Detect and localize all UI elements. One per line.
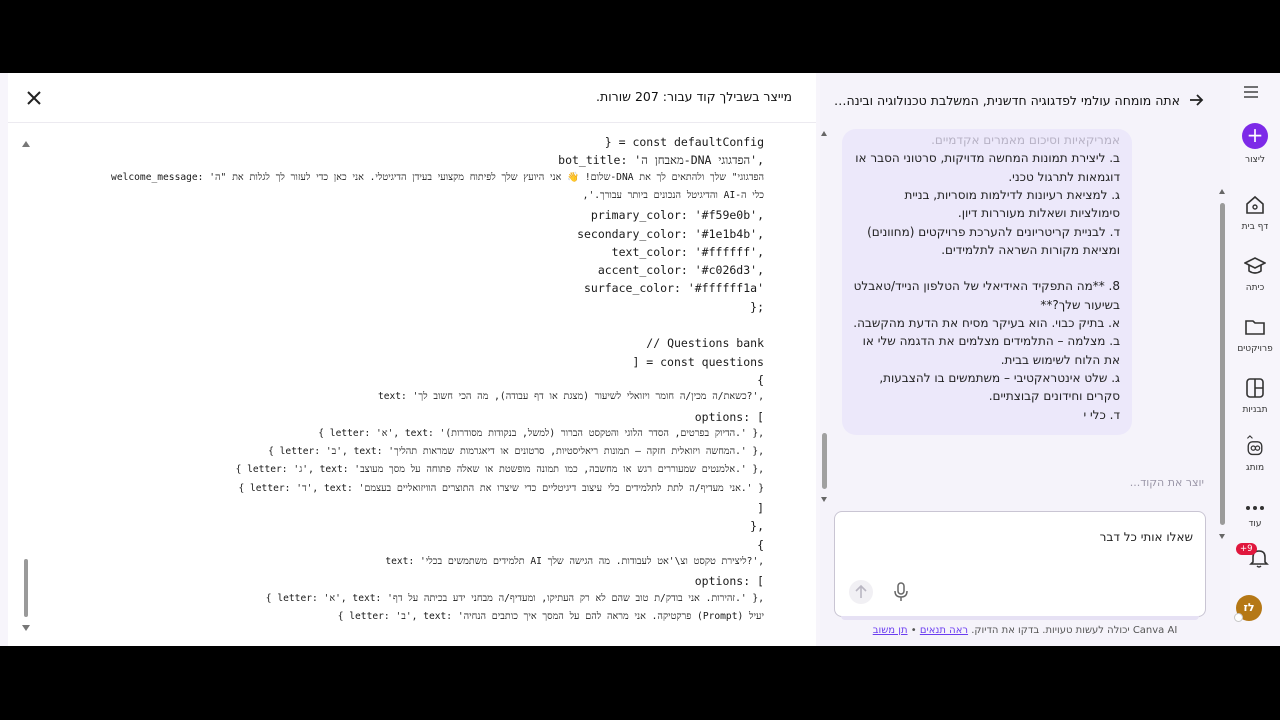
code-line: כלי ה-AI והדיגיטל הנכונים ביותר עבורך.', (582, 189, 764, 201)
message-line: ד. לבניית קריטריונים להערכת פרויקטים (מח… (867, 224, 1120, 239)
code-line: }; (750, 299, 764, 314)
code-panel: מייצר בשבילך קוד עבור: 207 שורות. } = co… (8, 73, 816, 646)
message-line: בשיעור שלך?** (1040, 297, 1120, 312)
chat-title: אתה מומחה עולמי לפדגוגיה חדשנית, המשלבת … (830, 93, 1180, 108)
scroll-down-arrow-icon[interactable] (22, 625, 30, 631)
message-line: ב. ליצירת תמונות המחשה מדויקות, סרטוני ה… (855, 151, 1120, 166)
chat-input[interactable] (873, 530, 1193, 544)
code-line: } = const defaultConfig (604, 135, 764, 149)
code-editor[interactable]: } = const defaultConfig bot_title: 'מאבחן… (8, 135, 804, 635)
graduation-cap-icon (1244, 257, 1266, 274)
rail-create[interactable]: + ליצור (1230, 123, 1280, 165)
rail-templates-label: תבניות (1242, 405, 1268, 415)
code-line: text: 'כשאת/ה מכין/ה חומר ויזואלי לשיעור… (377, 391, 764, 403)
notifications-button[interactable]: +9 (1236, 543, 1270, 569)
code-line: }, (750, 519, 764, 534)
code-line: surface_color: '#ffffff1a' (583, 281, 764, 296)
code-line: accent_color: '#c026d3', (597, 263, 764, 278)
code-line: secondary_color: '#1e1b4b', (577, 226, 764, 241)
code-line: welcome_message: 'שלום! 👋 אני היועץ שלך … (111, 171, 764, 183)
close-button[interactable] (24, 88, 44, 108)
code-line: { (757, 537, 764, 552)
message-line: סימולציות ושאלות מעוררות דיון. (957, 206, 1120, 221)
scroll-down-arrow-icon[interactable] (1219, 534, 1225, 539)
chat-right-scrollbar[interactable] (1218, 189, 1228, 543)
code-line: { letter: 'ב', text: 'המחשה ויזואלית חזק… (268, 446, 764, 458)
message-line: ג. שלט אינטראקטיבי – משתמשים בו להצבעות, (879, 370, 1120, 385)
brand-icon (1246, 435, 1263, 456)
app-window: מייצר בשבילך קוד עבור: 207 שורות. } = co… (0, 73, 1280, 646)
code-line: bot_title: 'מאבחן ה-DNA הפדגוגי', (558, 153, 764, 168)
rail-brand-label: מותג (1245, 463, 1265, 473)
message-line: א. בתיק כבוי. הוא בעיקר מסיח את הדעת מהק… (853, 316, 1120, 330)
more-dots-icon (1246, 506, 1264, 510)
plus-icon: + (1242, 123, 1268, 149)
notification-badge: +9 (1236, 543, 1257, 555)
message-line: אמריקאיות וסיכום מאמרים אקדמיים. (931, 133, 1120, 147)
message-line: את הלוח לשימוש בבית. (1000, 352, 1120, 367)
code-line: { letter: 'א', text: 'זהירות. אני בודק/ת… (265, 592, 764, 604)
code-panel-title: מייצר בשבילך קוד עבור: 207 שורות. (596, 89, 792, 104)
rail-more-label: עוד (1248, 519, 1262, 529)
avatar-status-dot (1234, 613, 1243, 622)
rail-class-label: כיתה (1245, 283, 1265, 293)
message-line: ד. כלי י (1083, 407, 1120, 422)
disclaimer-text: Canva AI יכולה לעשות טעויות. בדקו את הדי… (971, 625, 1178, 636)
disclaimer-footer: Canva AI יכולה לעשות טעויות. בדקו את הדי… (820, 625, 1230, 636)
side-rail: + ליצור דף בית כיתה פרויקטים תבניות מותג… (1230, 73, 1280, 646)
rail-home-label: דף בית (1241, 222, 1269, 232)
arrow-up-icon (855, 584, 867, 598)
menu-icon[interactable] (1243, 85, 1259, 99)
rail-home[interactable]: דף בית (1230, 194, 1280, 232)
code-line: { letter: 'א', text: 'הדיוק בפרטים, הסדר… (318, 427, 764, 439)
send-button[interactable] (849, 580, 873, 604)
templates-icon (1246, 378, 1264, 398)
code-line: options: [ (694, 409, 764, 424)
message-line: דוגמאות לתרגול טכני. (1008, 169, 1120, 184)
code-line: { (757, 372, 764, 387)
rail-projects-label: פרויקטים (1237, 344, 1273, 354)
code-line: primary_color: '#f59e0b', (590, 208, 764, 223)
microphone-icon[interactable] (893, 582, 909, 602)
message-line: 8. **מה התפקיד האידיאלי של הטלפון הנייד/… (853, 279, 1120, 294)
message-line: ומציאת מקורות השראה לתלמידים. (941, 242, 1120, 257)
rail-class[interactable]: כיתה (1230, 255, 1280, 293)
rail-create-label: ליצור (1245, 155, 1265, 165)
arrow-right-icon[interactable] (1188, 92, 1204, 108)
code-panel-header: מייצר בשבילך קוד עבור: 207 שורות. (8, 73, 816, 123)
code-line: options: [ (694, 574, 764, 589)
chat-input-box (834, 511, 1206, 620)
code-line: { letter: 'ד', text: 'אני מעדיף/ה לתת לת… (238, 482, 764, 494)
code-scrollbar[interactable] (20, 135, 32, 631)
message-line: ג. למציאת רעיונות לדילמות מוסריות, בניית (904, 187, 1120, 202)
rail-templates[interactable]: תבניות (1230, 377, 1280, 415)
code-line: ] = const questions (632, 354, 764, 369)
code-line: { letter: 'ג', text: 'אלמנטים שמעוררים ר… (235, 464, 764, 476)
generation-status: יוצר את הקוד... (1129, 476, 1204, 489)
assistant-message-bubble: אמריקאיות וסיכום מאמרים אקדמיים. ב. ליציר… (842, 129, 1132, 435)
rail-more[interactable]: עוד (1230, 503, 1280, 529)
code-line: ] (757, 501, 764, 515)
scroll-up-arrow-icon[interactable] (1219, 189, 1225, 194)
code-line: // Questions bank (646, 336, 764, 351)
chat-header: אתה מומחה עולמי לפדגוגיה חדשנית, המשלבת … (820, 73, 1230, 127)
scroll-thumb[interactable] (24, 559, 28, 617)
close-icon (27, 91, 41, 105)
code-line: { letter: 'ב', text: 'פרקטיקה. אני מראה … (337, 610, 764, 622)
rail-brand[interactable]: מותג (1230, 435, 1280, 473)
code-line: text_color: '#ffffff', (611, 244, 764, 259)
rail-projects[interactable]: פרויקטים (1230, 316, 1280, 354)
message-line: ב. מצלמה – התלמידים מצלמים את הדגמה שלי … (862, 334, 1120, 349)
footer-separator: • (910, 625, 917, 636)
chat-messages: אמריקאיות וסיכום מאמרים אקדמיים. ב. ליציר… (820, 129, 1230, 499)
scroll-thumb[interactable] (1220, 203, 1225, 525)
terms-link[interactable]: ראה תנאים (920, 625, 968, 636)
code-line: text: 'תלמידים משתמשים בכלי AI ליצירת טק… (385, 555, 764, 567)
chat-panel: אתה מומחה עולמי לפדגוגיה חדשנית, המשלבת … (820, 73, 1230, 646)
feedback-link[interactable]: תן משוב (873, 625, 908, 636)
home-icon (1246, 195, 1264, 214)
message-line: סקרים וחידונים קבוצתיים. (988, 389, 1120, 404)
scroll-up-arrow-icon[interactable] (22, 141, 30, 147)
folder-icon (1245, 320, 1265, 335)
